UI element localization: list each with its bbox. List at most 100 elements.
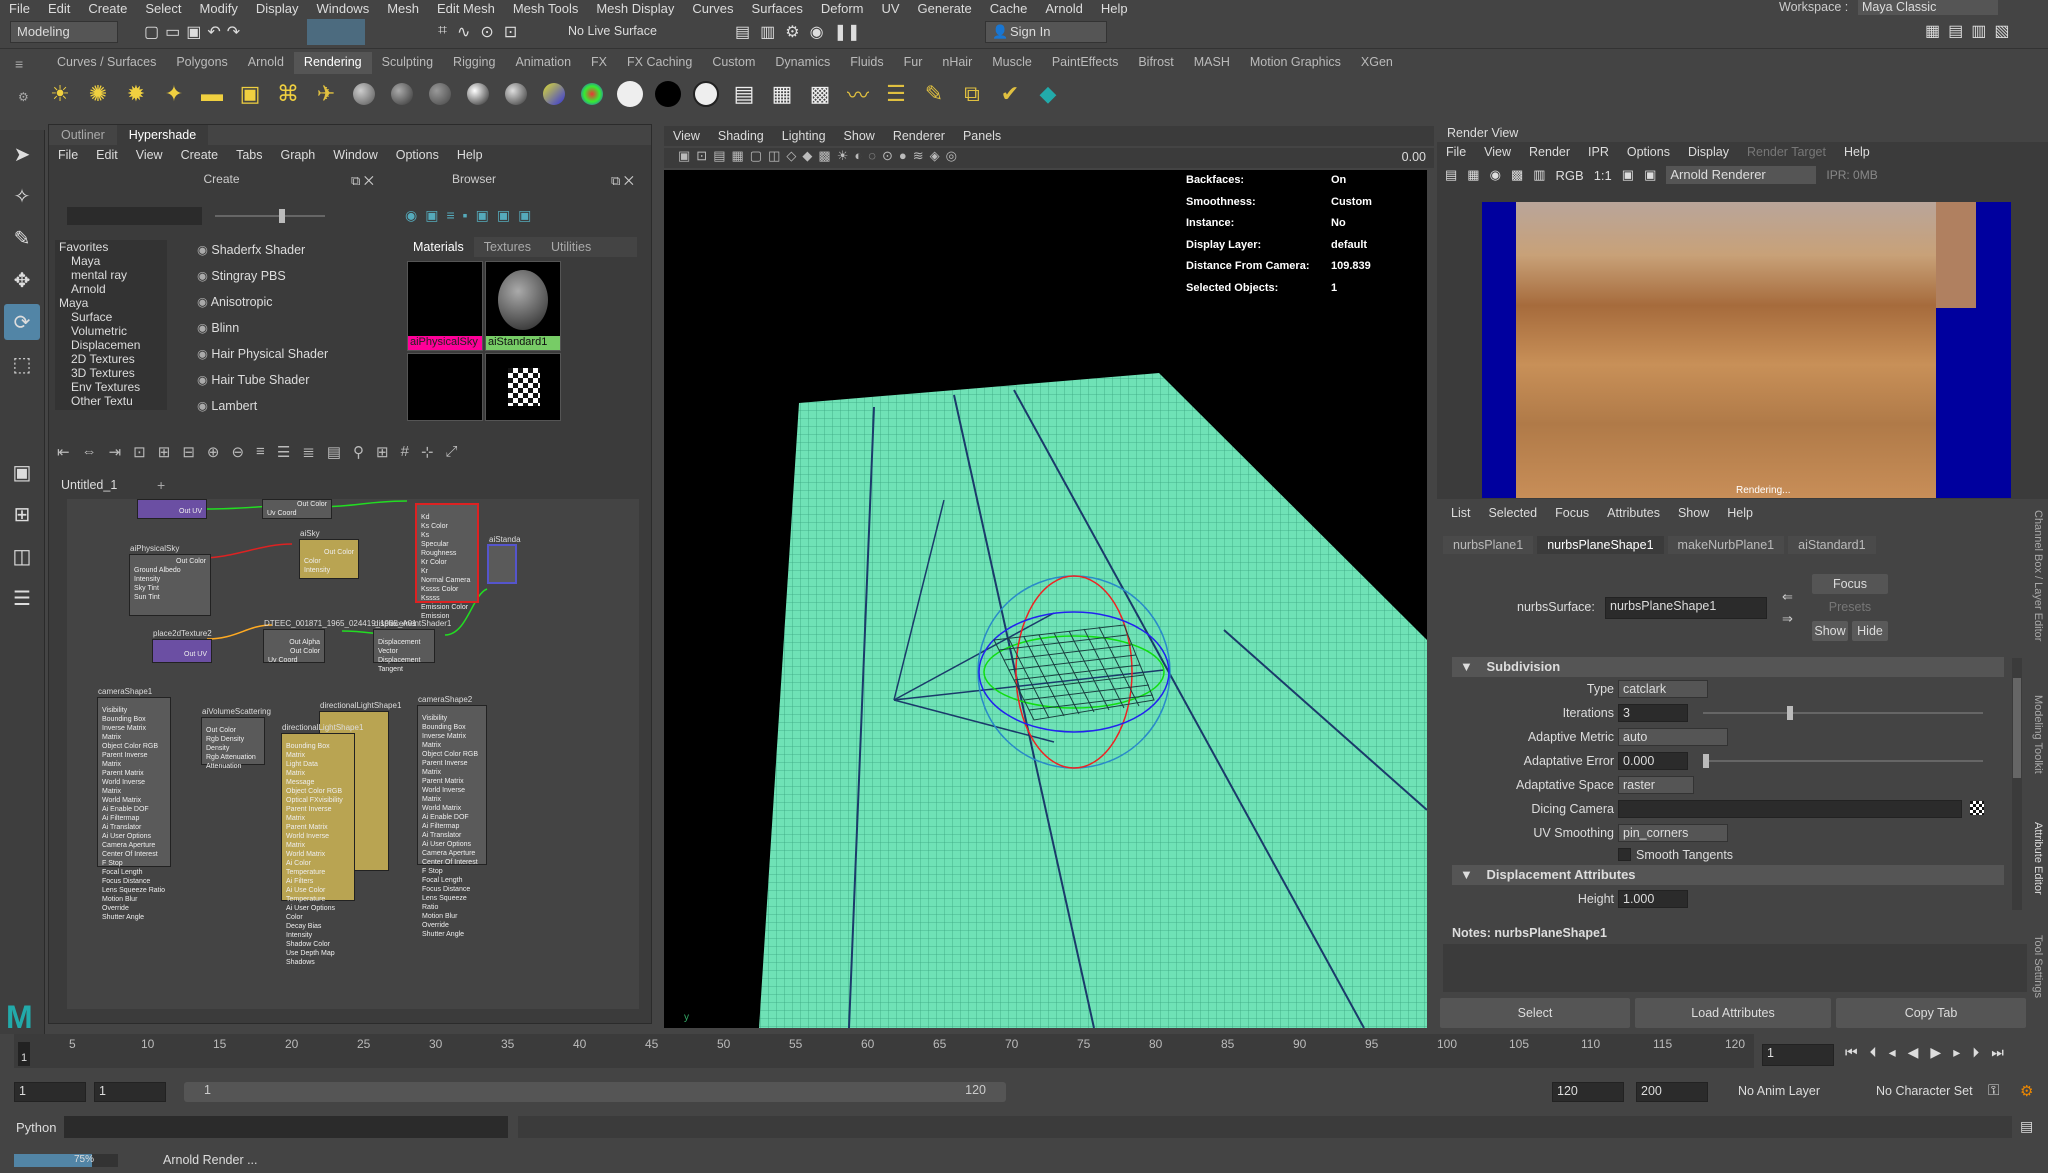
hypershade-menu-tabs[interactable]: Tabs <box>227 148 271 162</box>
browser-large-icon[interactable]: ▣ <box>497 207 510 224</box>
save-scene-icon[interactable]: ▣ <box>186 22 201 42</box>
smooth-shade-icon[interactable]: ◆ <box>802 148 818 163</box>
keep-image-icon[interactable]: ▥ <box>1533 167 1545 183</box>
graph-all-icon[interactable]: ≣ <box>302 443 315 461</box>
shelf-tab-muscle[interactable]: Muscle <box>982 52 1042 74</box>
grid-toggle-icon[interactable]: ▦ <box>732 148 750 163</box>
node-aistandard-ports[interactable]: Kd Ks Color Ks Specular Roughness Kr Color Kr… <box>415 503 479 620</box>
presets-button[interactable]: Presets <box>1812 598 1888 616</box>
hypershade-menu-options[interactable]: Options <box>387 148 448 162</box>
shader-list-item[interactable]: ◉ Anisotropic <box>189 289 424 315</box>
node-texture[interactable]: DTEEC_001871_1965_024419_1965_A01 Out Al… <box>263 619 417 664</box>
graph-connected-icon[interactable]: ☰ <box>277 443 290 461</box>
shelf-menu-icon[interactable]: ≡ <box>15 56 23 72</box>
displacement-section[interactable]: ▼ Displacement Attributes <box>1452 865 2004 885</box>
tree-item[interactable]: 2D Textures <box>55 352 167 366</box>
aa-icon[interactable]: ◈ <box>930 148 946 163</box>
add-tab-icon[interactable]: + <box>157 477 165 493</box>
hypershade-menu-help[interactable]: Help <box>448 148 492 162</box>
shelf-tab-nhair[interactable]: nHair <box>932 52 982 74</box>
dicing-camera-field[interactable] <box>1618 800 1962 818</box>
play-forward-icon[interactable]: ▶ <box>1930 1044 1941 1061</box>
script-editor-icon[interactable]: ▤ <box>2020 1118 2033 1135</box>
tree-item[interactable]: Surface <box>55 310 167 324</box>
swatch-checker[interactable] <box>485 353 561 421</box>
node-graph[interactable]: Out UV Out Color Uv Coord aiPhysicalSky O… <box>67 499 639 1009</box>
channel-box-icon[interactable]: ▤ <box>1948 21 1963 41</box>
sphere-shiny-icon[interactable] <box>462 78 494 110</box>
ae-menu-selected[interactable]: Selected <box>1480 506 1545 520</box>
node-aistandard[interactable]: aiStanda <box>487 535 521 584</box>
render-layer-icon[interactable]: ☰ <box>880 78 912 110</box>
swatch-black[interactable] <box>407 353 483 421</box>
go-start-icon[interactable]: ⏮ <box>1845 1044 1858 1061</box>
node-directionallightshape1-b[interactable]: directionalLightShape1 Bounding Box Matri… <box>281 723 363 966</box>
adaptive-metric-dropdown[interactable]: auto <box>1618 728 1728 746</box>
viewport-menu-shading[interactable]: Shading <box>709 129 773 143</box>
shader-list-item[interactable]: ◉ Hair Physical Shader <box>189 341 424 367</box>
anim-layer-dropdown[interactable]: No Anim Layer <box>1738 1084 1820 1098</box>
hypershade-menu-edit[interactable]: Edit <box>87 148 127 162</box>
key-icon[interactable]: ⚿ <box>1988 1082 1999 1099</box>
hypershade-icon[interactable]: ◉ <box>810 22 824 42</box>
render-check-icon[interactable]: ✔ <box>994 78 1026 110</box>
node-top-place2d[interactable]: Out UV <box>137 499 207 519</box>
tab-outliner[interactable]: Outliner <box>49 125 117 145</box>
menu-help[interactable]: Help <box>1092 1 1137 16</box>
tab-utilities[interactable]: Utilities <box>541 237 601 257</box>
side-tab-attribute-editor[interactable]: Attribute Editor <box>2032 822 2044 895</box>
pause-icon[interactable]: ❚❚ <box>834 22 861 42</box>
scale-tool-icon[interactable]: ⬚ <box>4 346 40 382</box>
script-language-label[interactable]: Python <box>16 1120 56 1135</box>
shelf-tab-curves-surfaces[interactable]: Curves / Surfaces <box>47 52 166 74</box>
selection-mask-icons[interactable] <box>307 19 365 45</box>
create-float-icon[interactable]: ⧉ ✕ <box>351 173 374 189</box>
shelf-tab-rendering[interactable]: Rendering <box>293 52 372 74</box>
menu-create[interactable]: Create <box>79 1 136 16</box>
exposure-value[interactable]: 0.00 <box>1402 150 1426 164</box>
shelf-tab-fx-caching[interactable]: FX Caching <box>617 52 702 74</box>
ae-tab-nurbsplaneshape1[interactable]: nurbsPlaneShape1 <box>1537 536 1664 554</box>
step-forward-icon[interactable]: ▸ <box>1953 1044 1960 1061</box>
image-plane-icon[interactable]: ▤ <box>713 148 731 163</box>
side-tab-tool-settings[interactable]: Tool Settings <box>2032 935 2044 998</box>
graph-io-icon[interactable]: ⇔ <box>82 443 97 461</box>
point-light-icon[interactable]: ✹ <box>120 78 152 110</box>
browser-list-icon[interactable]: ≡ <box>446 207 454 224</box>
shader-list-item[interactable]: ◉ Stingray PBS <box>189 263 424 289</box>
shelf-tab-mash[interactable]: MASH <box>1184 52 1240 74</box>
live-surface-field[interactable]: No Live Surface <box>568 24 657 38</box>
browser-xl-icon[interactable]: ▣ <box>518 207 531 224</box>
render-stack-icon[interactable]: ⧉ <box>956 78 988 110</box>
smooth-tangents-checkbox[interactable] <box>1618 848 1631 861</box>
ao-icon[interactable]: ● <box>899 148 913 163</box>
graph-simple-icon[interactable]: ≡ <box>256 443 265 461</box>
current-time-marker[interactable]: 1 <box>18 1042 30 1066</box>
shelf-tab-painteffects[interactable]: PaintEffects <box>1042 52 1128 74</box>
render-frame-icon[interactable]: ▤ <box>735 22 750 42</box>
spot-cone-icon[interactable]: ✦ <box>158 78 190 110</box>
subdivision-section[interactable]: ▼ Subdivision <box>1452 657 2004 677</box>
batch-render-icon[interactable]: ▩ <box>804 78 836 110</box>
workspace-dropdown[interactable]: Maya Classic <box>1858 0 1998 15</box>
ipr-render-icon[interactable]: ▥ <box>760 22 775 42</box>
hypershade-menu-window[interactable]: Window <box>324 148 386 162</box>
tab-textures[interactable]: Textures <box>474 237 541 257</box>
shader-list-item[interactable]: ◉ Hair Tube Shader <box>189 367 424 393</box>
ipr-shelf-icon[interactable]: ▦ <box>766 78 798 110</box>
graph-snap-icon[interactable]: ⊹ <box>421 443 434 461</box>
menu-surfaces[interactable]: Surfaces <box>743 1 812 16</box>
viewport-menu-lighting[interactable]: Lighting <box>773 129 835 143</box>
node-aiphysicalsky[interactable]: aiPhysicalSky Out Color Ground Albedo In… <box>129 544 211 616</box>
mode-dropdown[interactable]: Modeling <box>10 21 118 43</box>
open-scene-icon[interactable]: ▭ <box>165 22 180 42</box>
iterations-slider[interactable] <box>1703 706 1983 720</box>
wireframe-icon[interactable]: ◇ <box>786 148 802 163</box>
shelf-tab-dynamics[interactable]: Dynamics <box>765 52 840 74</box>
tree-item[interactable]: mental ray <box>55 268 167 282</box>
current-frame-field[interactable]: 1 <box>1762 1044 1834 1066</box>
graph-add-icon[interactable]: ⊕ <box>207 443 220 461</box>
adaptive-error-field[interactable]: 0.000 <box>1618 752 1688 770</box>
ae-menu-show[interactable]: Show <box>1670 506 1717 520</box>
lighting-icon[interactable]: ☀ <box>837 148 855 163</box>
